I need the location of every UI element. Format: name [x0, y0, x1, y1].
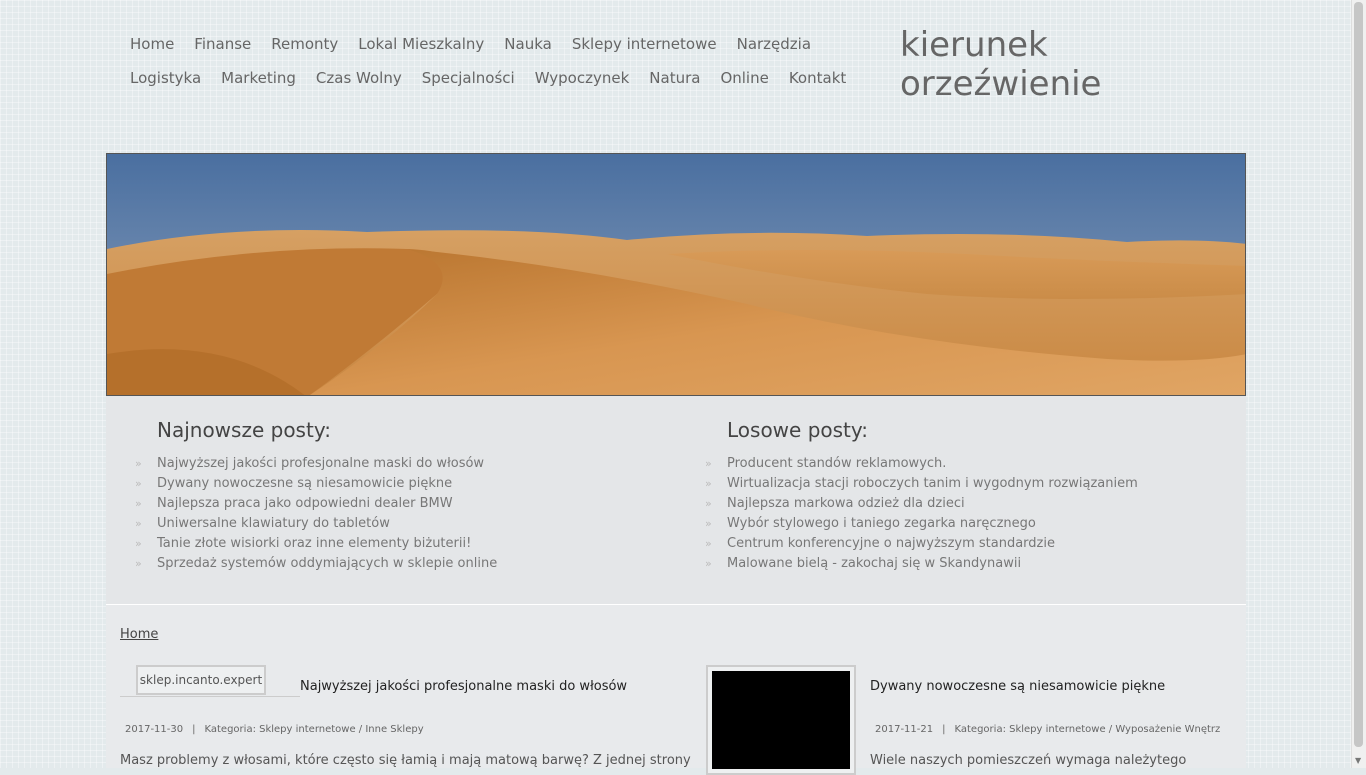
- random-post-item[interactable]: Producent standów reklamowych.: [705, 454, 1227, 474]
- nav-item-wypoczynek[interactable]: Wypoczynek: [525, 69, 640, 87]
- meta-separator: |: [192, 724, 196, 735]
- random-post-item[interactable]: Malowane bielą - zakochaj się w Skandyna…: [705, 554, 1227, 574]
- nav-item-sklepy-internetowe[interactable]: Sklepy internetowe: [562, 35, 727, 53]
- posts-panel: Najnowsze posty: Najwyższej jakości prof…: [106, 396, 1246, 605]
- random-post-item[interactable]: Najlepsza markowa odzież dla dzieci: [705, 494, 1227, 514]
- random-posts: Losowe posty: Producent standów reklamow…: [705, 418, 1227, 574]
- random-posts-list: Producent standów reklamowych. Wirtualiz…: [705, 454, 1227, 574]
- article-meta: 2017-11-21 | Kategoria: Sklepy internetowe…: [875, 724, 1220, 735]
- main-content: Home sklep.incanto.expert Najwyższej jak…: [106, 605, 1246, 775]
- latest-post-item[interactable]: Uniwersalne klawiatury do tabletów: [135, 514, 677, 534]
- latest-post-item[interactable]: Dywany nowoczesne są niesamowicie piękne: [135, 474, 677, 494]
- article-thumbnail[interactable]: [706, 665, 856, 775]
- nav-item-narzedzia[interactable]: Narzędzia: [727, 35, 821, 53]
- article-meta: 2017-11-30 | Kategoria: Sklepy internetowe…: [125, 724, 424, 735]
- page-scrollbar[interactable]: ▼: [1351, 0, 1366, 768]
- nav-item-finanse[interactable]: Finanse: [184, 35, 261, 53]
- thumbnail-divider: [120, 696, 300, 697]
- article-title[interactable]: Dywany nowoczesne są niesamowicie piękne: [870, 679, 1165, 694]
- scrollbar-thumb[interactable]: [1354, 2, 1363, 747]
- nav-item-specjalnosci[interactable]: Specjalności: [412, 69, 525, 87]
- nav-item-kontakt[interactable]: Kontakt: [779, 69, 856, 87]
- latest-post-item[interactable]: Sprzedaż systemów oddymiających w sklepi…: [135, 554, 677, 574]
- article-excerpt: Masz problemy z włosami, które często si…: [120, 753, 691, 768]
- breadcrumb-home[interactable]: Home: [120, 627, 158, 642]
- random-post-item[interactable]: Centrum konferencyjne o najwyższym stand…: [705, 534, 1227, 554]
- nav-item-czas-wolny[interactable]: Czas Wolny: [306, 69, 412, 87]
- latest-posts: Najnowsze posty: Najwyższej jakości prof…: [135, 418, 677, 574]
- nav-row-2: Logistyka Marketing Czas Wolny Specjalno…: [120, 61, 846, 95]
- main-nav: Home Finanse Remonty Lokal Mieszkalny Na…: [120, 27, 846, 95]
- article-date: 2017-11-30: [125, 724, 184, 735]
- article-category[interactable]: Kategoria: Sklepy internetowe / Wyposaże…: [955, 724, 1221, 735]
- random-post-item[interactable]: Wybór stylowego i taniego zegarka naręcz…: [705, 514, 1227, 534]
- article-thumbnail[interactable]: sklep.incanto.expert: [136, 665, 266, 695]
- latest-post-item[interactable]: Tanie złote wisiorki oraz inne elementy …: [135, 534, 677, 554]
- nav-item-lokal-mieszkalny[interactable]: Lokal Mieszkalny: [348, 35, 494, 53]
- article-category[interactable]: Kategoria: Sklepy internetowe / Inne Skl…: [205, 724, 424, 735]
- nav-item-natura[interactable]: Natura: [639, 69, 710, 87]
- desert-banner-svg: [107, 154, 1245, 395]
- random-posts-heading: Losowe posty:: [727, 418, 869, 442]
- latest-post-item[interactable]: Najwyższej jakości profesjonalne maski d…: [135, 454, 677, 474]
- article-title[interactable]: Najwyższej jakości profesjonalne maski d…: [300, 679, 627, 694]
- latest-post-item[interactable]: Najlepsza praca jako odpowiedni dealer B…: [135, 494, 677, 514]
- header: Home Finanse Remonty Lokal Mieszkalny Na…: [0, 0, 1366, 153]
- desert-banner-image: [106, 153, 1246, 396]
- meta-separator: |: [942, 724, 946, 735]
- latest-posts-list: Najwyższej jakości profesjonalne maski d…: [135, 454, 677, 574]
- nav-item-home[interactable]: Home: [120, 35, 184, 53]
- nav-item-nauka[interactable]: Nauka: [494, 35, 562, 53]
- nav-row-1: Home Finanse Remonty Lokal Mieszkalny Na…: [120, 27, 820, 61]
- article-date: 2017-11-21: [875, 724, 934, 735]
- site-title-line2: orzeźwienie: [900, 64, 1102, 104]
- site-title-line1: kierunek: [900, 25, 1048, 65]
- site-title[interactable]: kierunek orzeźwienie: [900, 26, 1101, 104]
- latest-posts-heading: Najnowsze posty:: [157, 418, 331, 442]
- nav-item-marketing[interactable]: Marketing: [211, 69, 306, 87]
- scroll-down-arrow-icon[interactable]: ▼: [1355, 756, 1361, 765]
- nav-item-online[interactable]: Online: [710, 69, 778, 87]
- nav-item-remonty[interactable]: Remonty: [261, 35, 348, 53]
- thumbnail-image: [712, 671, 850, 769]
- random-post-item[interactable]: Wirtualizacja stacji roboczych tanim i w…: [705, 474, 1227, 494]
- article-excerpt: Wiele naszych pomieszczeń wymaga należyt…: [870, 753, 1187, 768]
- nav-item-logistyka[interactable]: Logistyka: [120, 69, 211, 87]
